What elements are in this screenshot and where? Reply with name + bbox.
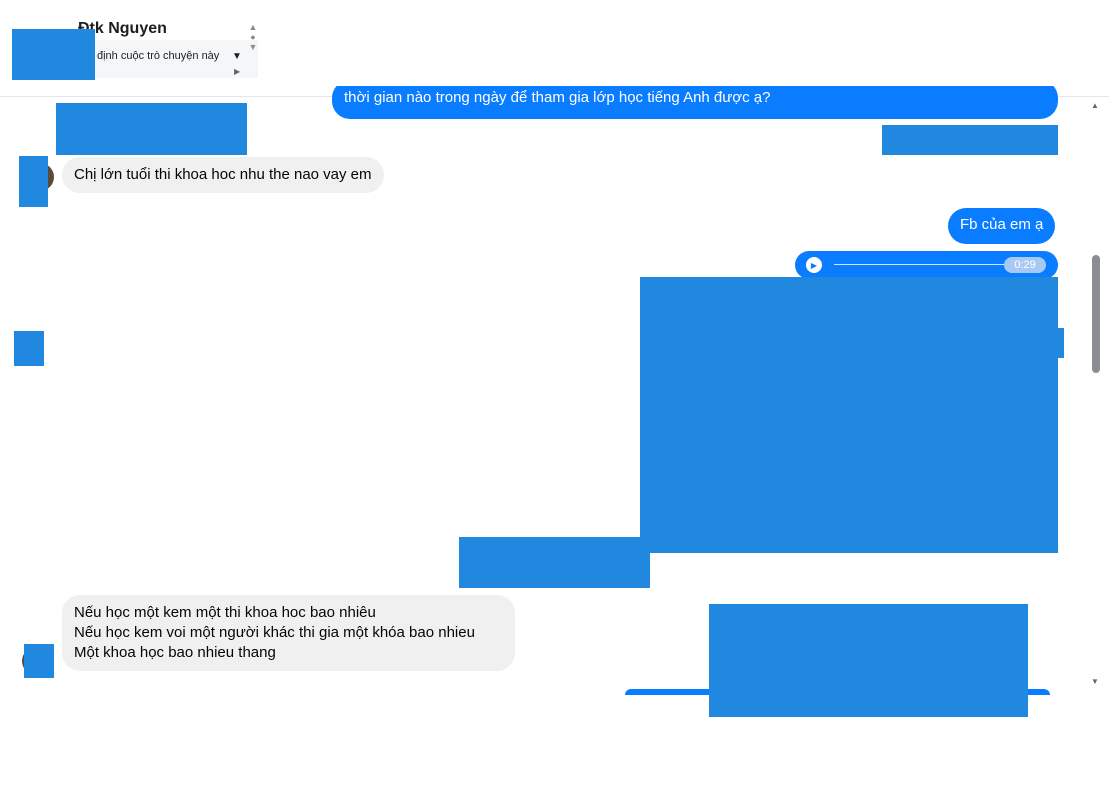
redacted-avatar (14, 331, 44, 366)
play-icon[interactable]: ▶ (806, 257, 822, 273)
message-text: thời gian nào trong ngày để tham gia lớp… (344, 89, 771, 106)
header-overlap (300, 0, 1080, 86)
audio-duration: 0:29 (1004, 257, 1046, 273)
scroll-down-icon[interactable]: ▼ (1091, 677, 1099, 686)
redacted-block (56, 103, 247, 155)
message-text: Fb của em ạ (960, 216, 1044, 233)
redacted-block (882, 125, 1058, 155)
redacted-block (1056, 328, 1064, 358)
scroll-up-icon[interactable]: ▲ (1091, 101, 1099, 110)
redacted-image (640, 277, 1058, 553)
mini-scrollbar[interactable]: ▲ ● ▼ (246, 22, 260, 72)
message-line: Nếu học một kem một thi khoa hoc bao nhi… (74, 604, 376, 621)
message-text: Chị lớn tuổi thi khoa hoc nhu the nao va… (74, 166, 372, 183)
redacted-block (459, 537, 650, 588)
audio-progress-track[interactable] (834, 264, 1004, 265)
incoming-message: Chị lớn tuổi thi khoa hoc nhu the nao va… (62, 157, 384, 193)
incoming-message: Nếu học một kem một thi khoa hoc bao nhi… (62, 595, 515, 671)
arrow-right-icon[interactable]: ▶ (234, 67, 240, 76)
conversation-action-label: định cuộc trò chuyện này (97, 50, 220, 62)
caret-down-icon[interactable]: ▼ (232, 51, 242, 62)
redacted-block (709, 604, 1028, 717)
redacted-avatar (19, 156, 48, 207)
message-line: Một khoa học bao nhieu thang (74, 644, 276, 661)
message-scrollbar[interactable] (1088, 97, 1109, 693)
redacted-avatar (24, 644, 54, 678)
message-line: Nếu học kem voi một người khác thi gia m… (74, 624, 475, 641)
redacted-avatar (12, 29, 95, 80)
scrollbar-thumb[interactable] (1092, 255, 1100, 373)
outgoing-message: Fb của em ạ (948, 208, 1056, 244)
